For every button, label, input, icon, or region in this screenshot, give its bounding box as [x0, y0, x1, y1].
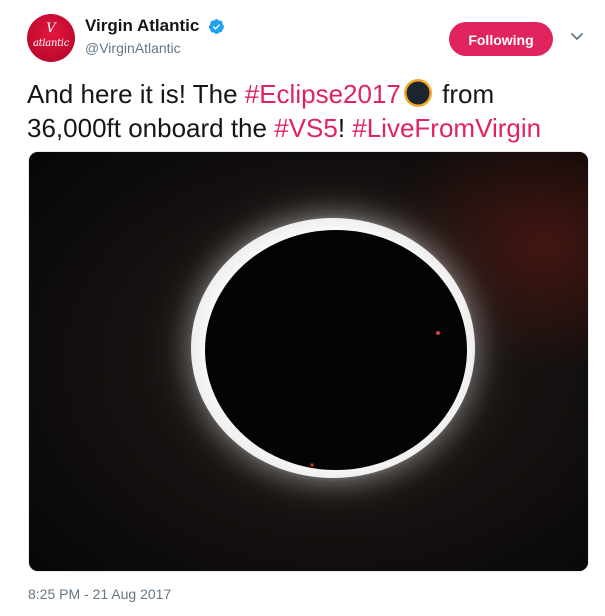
tweet-text-segment: And here it is! The — [27, 79, 245, 109]
verified-badge-icon — [208, 18, 224, 34]
virgin-logo-icon: V — [46, 21, 56, 36]
tweet-text-segment: ! — [337, 113, 353, 143]
tweet-photo[interactable] — [28, 151, 589, 572]
solar-eclipse-emoji-icon — [403, 79, 432, 107]
hashtag-livefromvirgin[interactable]: #LiveFromVirgin — [352, 113, 541, 143]
tweet-timestamp[interactable]: 8:25 PM - 21 Aug 2017 — [28, 586, 171, 602]
tweet-text: And here it is! The #Eclipse2017 from 36… — [27, 77, 587, 145]
avatar-wordmark: atlantic — [33, 38, 69, 49]
hashtag-vs5[interactable]: #VS5 — [274, 113, 338, 143]
following-button[interactable]: Following — [449, 22, 553, 56]
solar-eclipse-photo-icon — [29, 152, 588, 571]
account-name-block: Virgin Atlantic @VirginAtlantic — [85, 16, 225, 56]
hashtag-eclipse2017[interactable]: #Eclipse2017 — [245, 79, 401, 109]
display-name[interactable]: Virgin Atlantic — [85, 16, 199, 36]
account-handle[interactable]: @VirginAtlantic — [85, 40, 225, 56]
chevron-down-icon[interactable] — [570, 32, 584, 42]
tweet-header: V atlantic Virgin Atlantic @VirginAtlant… — [27, 14, 587, 64]
avatar[interactable]: V atlantic — [27, 14, 75, 62]
